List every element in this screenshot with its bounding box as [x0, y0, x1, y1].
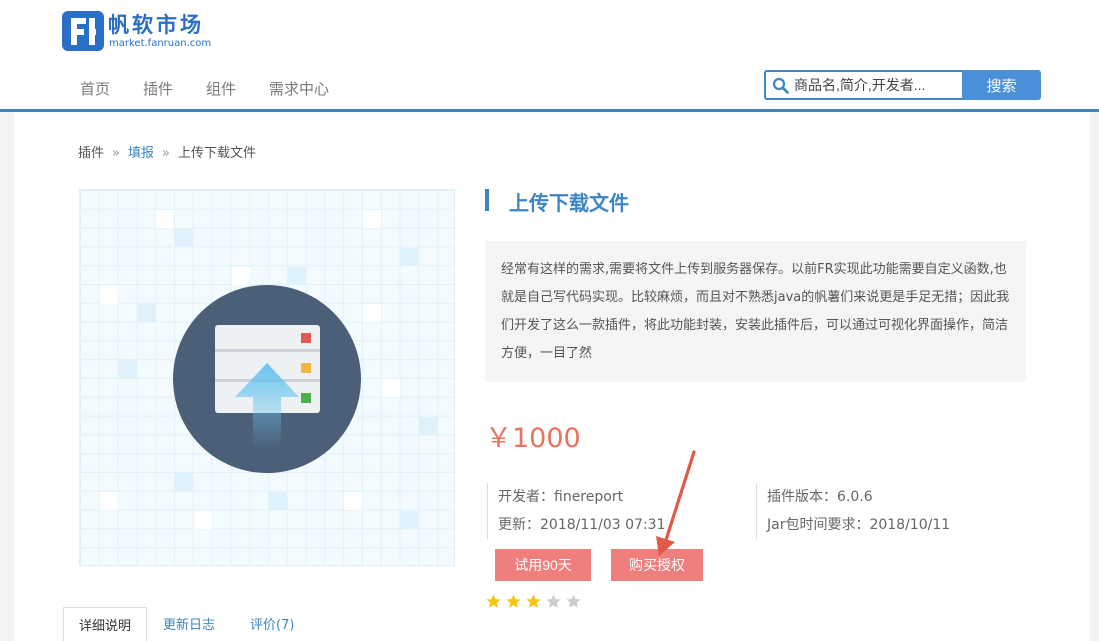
plugin-version: 插件版本：6.0.6	[767, 489, 873, 505]
nav-components[interactable]: 组件	[206, 78, 236, 98]
main-nav: 首页 插件 组件 需求中心	[80, 78, 362, 98]
nav-home[interactable]: 首页	[80, 78, 110, 98]
search-box	[764, 70, 962, 100]
trial-button[interactable]: 试用90天	[495, 549, 591, 581]
star-icon	[546, 594, 561, 608]
plugin-title: 上传下载文件	[509, 191, 629, 215]
plugin-price: ￥1000	[485, 423, 581, 454]
star-icon	[486, 594, 501, 608]
plugin-meta-left: 开发者：finereport 更新：2018/11/03 07:31	[487, 483, 747, 539]
tab-details[interactable]: 详细说明	[63, 607, 147, 641]
breadcrumb: 插件 » 填报 » 上传下载文件	[78, 142, 256, 161]
plugin-meta-right: 插件版本：6.0.6 Jar包时间要求：2018/10/11	[756, 483, 1026, 539]
tab-changelog[interactable]: 更新日志	[163, 607, 215, 641]
logo-title: 帆软市场	[108, 13, 204, 37]
upload-illustration	[100, 210, 437, 529]
nav-demand-center[interactable]: 需求中心	[269, 78, 329, 98]
buy-license-button[interactable]: 购买授权	[611, 549, 703, 581]
rating-stars	[485, 593, 585, 611]
fanruan-logo-icon	[62, 11, 104, 51]
plugin-preview-image	[79, 189, 455, 566]
search-bar: 搜索	[764, 70, 1041, 100]
breadcrumb-separator: »	[112, 146, 120, 161]
star-icon	[566, 594, 581, 608]
star-icon	[526, 594, 541, 608]
plugin-description: 经常有这样的需求,需要将文件上传到服务器保存。以前FR实现此功能需要自定义函数,…	[485, 241, 1026, 382]
nav-plugins[interactable]: 插件	[143, 78, 173, 98]
site-logo[interactable]: 帆软市场 market.fanruan.com	[62, 9, 212, 53]
search-icon	[772, 77, 789, 94]
jar-requirement: Jar包时间要求：2018/10/11	[767, 517, 951, 533]
breadcrumb-current: 上传下载文件	[177, 146, 256, 161]
site-header: 帆软市场 market.fanruan.com 首页 插件 组件 需求中心 搜索	[0, 0, 1099, 112]
tab-reviews[interactable]: 评价(7)	[250, 607, 294, 641]
developer-info: 开发者：finereport	[498, 489, 624, 505]
breadcrumb-fill-report[interactable]: 填报	[128, 146, 154, 161]
search-input[interactable]	[794, 74, 960, 96]
star-icon	[506, 594, 521, 608]
title-accent-bar	[485, 189, 489, 211]
search-button[interactable]: 搜索	[962, 70, 1041, 100]
logo-url-text: market.fanruan.com	[109, 38, 212, 49]
breadcrumb-separator: »	[162, 146, 170, 161]
breadcrumb-plugins[interactable]: 插件	[78, 146, 104, 161]
update-time: 更新：2018/11/03 07:31	[498, 517, 666, 533]
